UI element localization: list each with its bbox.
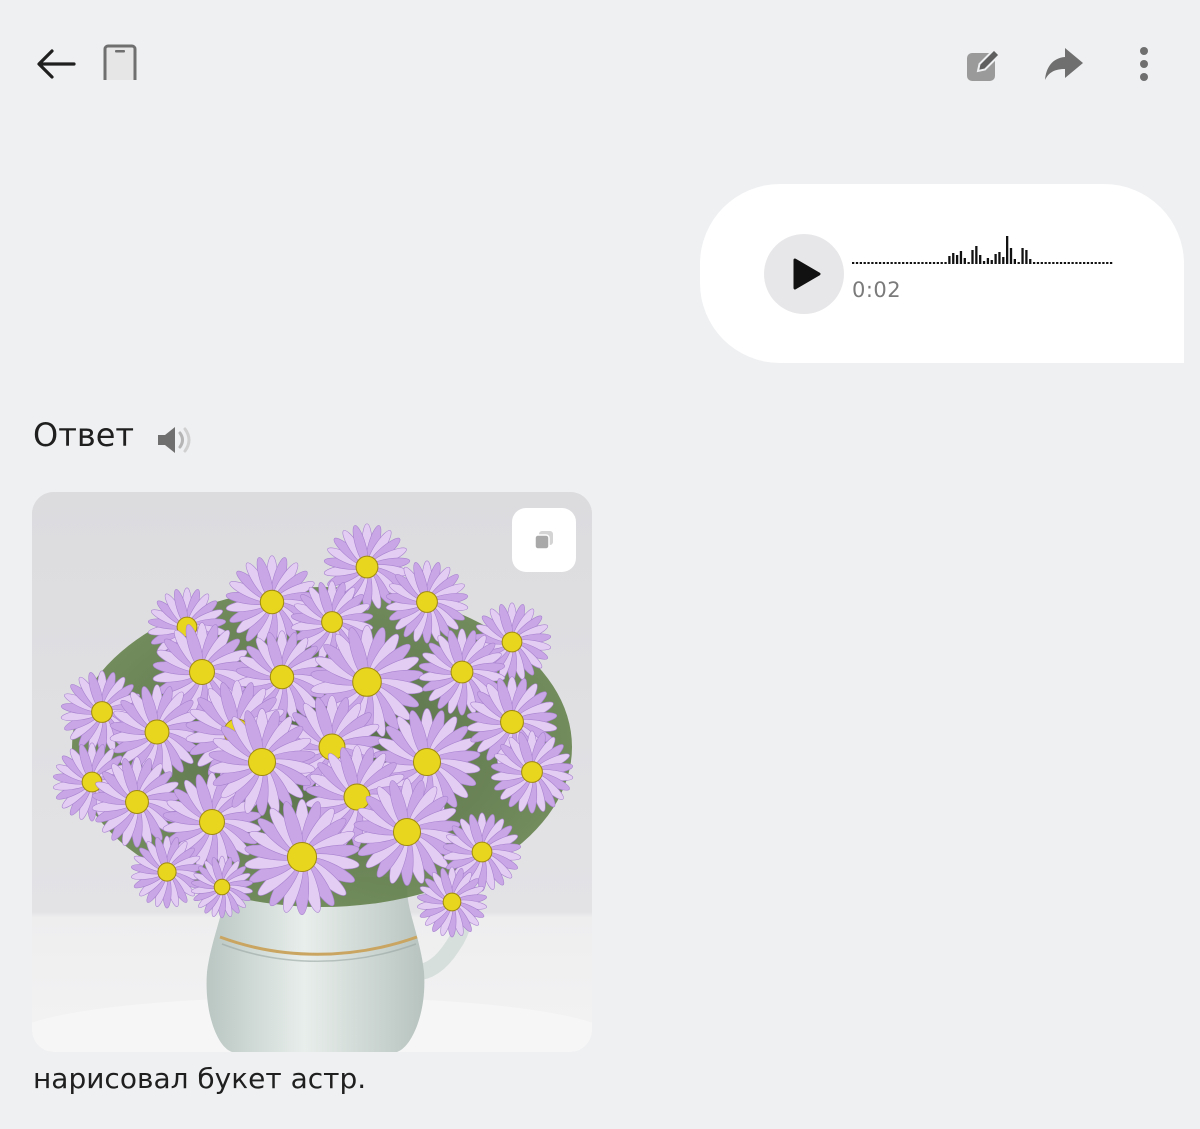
waveform-bar — [875, 262, 878, 264]
play-button[interactable] — [764, 234, 844, 314]
waveform-bar — [1013, 259, 1016, 264]
waveform-bar — [932, 262, 936, 264]
more-vertical-icon[interactable] — [1128, 44, 1160, 84]
waveform-bar — [1048, 262, 1051, 264]
waveform-bar — [1067, 262, 1070, 264]
waveform-bar — [878, 262, 882, 264]
waveform-bar — [1071, 262, 1074, 264]
waveform-bar — [1109, 262, 1113, 264]
waveform-bar — [882, 262, 886, 264]
phone-icon — [103, 44, 137, 86]
arrow-left-icon[interactable] — [34, 44, 78, 84]
waveform-bar — [967, 262, 970, 264]
voice-duration: 0:02 — [852, 278, 902, 302]
waveform-bar — [913, 262, 916, 264]
waveform-bar — [1079, 262, 1082, 264]
copy-button[interactable] — [512, 508, 576, 572]
waveform-bar — [905, 262, 909, 264]
waveform-bar — [1017, 262, 1020, 264]
waveform-bar — [859, 262, 862, 264]
waveform-bar — [959, 251, 963, 264]
waveform-bar — [990, 260, 993, 264]
waveform-bar — [979, 255, 982, 264]
waveform-bar — [955, 255, 959, 264]
answer-caption: нарисовал букет астр. — [33, 1062, 367, 1095]
play-icon — [793, 258, 821, 290]
pencil-icon[interactable] — [964, 44, 1004, 84]
waveform-bar — [925, 262, 928, 264]
waveform-bar — [855, 262, 859, 264]
speaker-icon[interactable] — [155, 422, 197, 458]
waveform-bar — [909, 262, 913, 264]
waveform-bar — [1044, 262, 1047, 264]
waveform-bar — [994, 254, 997, 264]
waveform-bar — [902, 262, 905, 264]
waveform-bar — [1021, 248, 1024, 264]
waveform-bar — [1009, 248, 1013, 264]
waveform-bar — [1032, 262, 1036, 264]
waveform-bar — [936, 262, 939, 264]
waveform-bar — [1086, 262, 1090, 264]
waveform-bar — [940, 262, 943, 264]
waveform-bar — [1036, 262, 1040, 264]
waveform-bar — [867, 262, 870, 264]
waveform-bar — [1029, 259, 1032, 264]
waveform-bar — [921, 262, 924, 264]
waveform-bar — [871, 262, 874, 264]
waveform-bar — [948, 256, 951, 264]
waveform-bar — [1025, 250, 1028, 264]
generated-image[interactable] — [32, 492, 592, 1052]
waveform-bar — [982, 261, 986, 264]
share-arrow-icon[interactable] — [1043, 44, 1085, 84]
waveform-bar — [852, 262, 855, 264]
waveform-bar — [1102, 262, 1105, 264]
waveform-bar — [894, 262, 897, 264]
waveform-bar — [952, 253, 955, 264]
waveform-bar — [1056, 262, 1059, 264]
waveform-bar — [886, 262, 889, 264]
waveform-bar — [1052, 262, 1055, 264]
waveform-bar — [929, 262, 932, 264]
waveform-bar — [1094, 262, 1097, 264]
waveform-bar — [971, 250, 974, 264]
waveform-bar — [1059, 262, 1063, 264]
copy-icon — [534, 531, 553, 550]
waveform-bar — [1063, 262, 1067, 264]
waveform-bar — [986, 258, 990, 264]
waveform-bar — [1002, 257, 1005, 264]
waveform-bar — [1040, 262, 1043, 264]
waveform-bar — [1006, 236, 1009, 264]
voice-message-bubble: 0:02 — [700, 184, 1184, 363]
waveform-bar — [898, 262, 901, 264]
waveform-bar — [975, 246, 978, 264]
waveform-bar — [917, 262, 920, 264]
waveform-bar — [998, 252, 1001, 264]
waveform-bar — [1098, 262, 1101, 264]
waveform-bar — [1106, 262, 1109, 264]
waveform-bar — [890, 262, 893, 264]
waveform-bar — [963, 258, 966, 264]
waveform-bar — [1075, 262, 1078, 264]
waveform-bar — [944, 262, 947, 264]
waveform-bar — [863, 262, 866, 264]
waveform-bar — [1090, 262, 1093, 264]
aster-bouquet-image — [32, 492, 592, 1052]
voice-waveform — [852, 236, 1113, 264]
answer-label: Ответ — [33, 416, 135, 454]
waveform-bar — [1083, 262, 1086, 264]
